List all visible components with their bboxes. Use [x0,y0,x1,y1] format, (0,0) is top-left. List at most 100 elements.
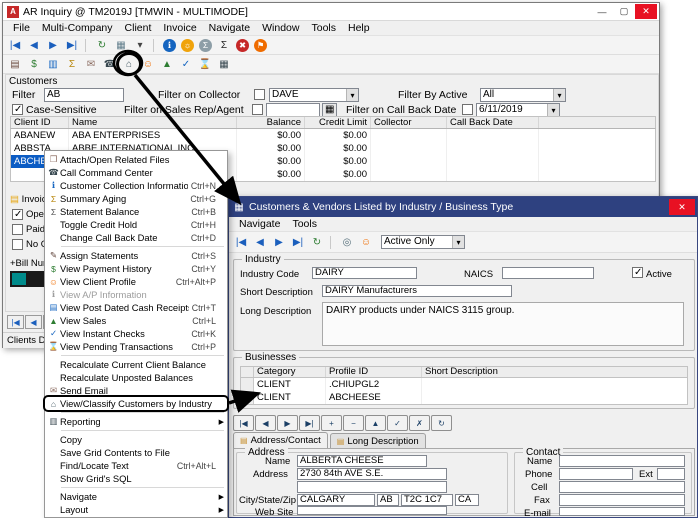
menu-file[interactable]: File [7,22,36,34]
context-menu-item-save-grid-contents-to-file[interactable]: Save Grid Contents to File [45,446,227,459]
collector-combo[interactable]: DAVE ▾ [269,88,359,102]
context-menu-item-reporting[interactable]: ▥Reporting▶ [45,415,227,428]
column-header-call-back-date[interactable]: Call Back Date [447,117,539,128]
refresh-icon[interactable]: ↻ [93,37,111,53]
customer-row[interactable]: ABANEWABA ENTERPRISES$0.00$0.00 [11,129,655,142]
minimize-button[interactable]: — [591,4,613,19]
menu-tools[interactable]: Tools [305,22,342,34]
bill-number-selected-cell[interactable] [12,273,26,285]
filter-collector-checkbox[interactable] [254,89,265,100]
context-menu-item-change-call-back-date[interactable]: Change Call Back DateCtrl+D [45,231,227,244]
column-header-client-id[interactable]: Client ID [11,117,69,128]
first-record-icon[interactable]: |◀ [7,315,24,329]
last-record-icon[interactable]: ▶| [63,37,81,53]
email-icon[interactable]: ✉ [82,56,100,72]
sigma-icon[interactable]: Σ [215,37,233,53]
lookup-icon[interactable]: ▦ [322,103,337,117]
first-record-icon[interactable]: |◀ [232,234,250,250]
menu-navigate[interactable]: Navigate [203,22,256,34]
contact-fax-field[interactable] [559,494,685,506]
context-menu-item-statement-balance[interactable]: ΣStatement BalanceCtrl+B [45,205,227,218]
column-header-short-description[interactable]: Short Description [422,367,687,377]
sales-icon[interactable]: ▲ [158,56,176,72]
menu-tools[interactable]: Tools [286,218,323,230]
menu-invoice[interactable]: Invoice [157,22,202,34]
first-record-icon[interactable]: |◀ [233,415,254,431]
column-header-credit-limit[interactable]: Credit Limit [305,117,371,128]
column-header-profile-id[interactable]: Profile ID [326,367,422,377]
context-menu-item-customer-collection-information[interactable]: ℹCustomer Collection InformationCtrl+N [45,179,227,192]
pending-icon[interactable]: ⌛ [196,56,214,72]
post-edit-icon[interactable]: ✓ [387,415,408,431]
column-header-name[interactable]: Name [69,117,237,128]
find-icon[interactable]: ◎ [338,234,356,250]
city-field[interactable]: CALGARY [297,494,375,506]
case-sensitive-checkbox[interactable] [12,104,23,115]
checks-icon[interactable]: ✓ [177,56,195,72]
industry-titlebar[interactable]: ▦ Customers & Vendors Listed by Industry… [229,197,697,217]
clock-icon[interactable]: ☼ [181,39,194,52]
context-menu-item-navigate[interactable]: Navigate▶ [45,490,227,503]
last-record-icon[interactable]: ▶| [289,234,307,250]
active-only-combo[interactable]: Active Only ▾ [381,235,465,249]
tab-address-contact[interactable]: ▤Address/Contact [233,432,328,448]
first-record-icon[interactable]: |◀ [6,37,24,53]
contact-email-field[interactable] [559,507,685,516]
open-invoices-checkbox[interactable] [12,209,23,220]
active-checkbox[interactable] [632,267,643,278]
context-menu-item-attach-open-related-files[interactable]: ❒Attach/Open Related Files [45,153,227,166]
reports-icon[interactable]: ▦ [215,56,233,72]
main-titlebar[interactable]: A AR Inquiry @ TM2019J [TMWIN - MULTIMOD… [3,3,659,21]
filter-input[interactable]: AB [44,88,124,102]
industry-code-field[interactable]: DAIRY [312,267,417,279]
country-field[interactable]: CA [455,494,479,506]
column-header-category[interactable]: Category [254,367,326,377]
filter-sales-rep-checkbox[interactable] [252,104,263,115]
context-menu-item-view-instant-checks[interactable]: ✓View Instant ChecksCtrl+K [45,327,227,340]
state-field[interactable]: AB [377,494,399,506]
context-menu-item-toggle-credit-hold[interactable]: Toggle Credit HoldCtrl+H [45,218,227,231]
address-line1-field[interactable]: 2730 84th AVE S.E. [297,468,447,480]
phone-icon[interactable]: ☎ [101,56,119,72]
context-menu-item-assign-statements[interactable]: ✎Assign StatementsCtrl+S [45,249,227,262]
menu-help[interactable]: Help [342,22,376,34]
prior-record-icon[interactable]: ◀ [255,415,276,431]
context-menu-item-send-email[interactable]: ✉Send Email [45,384,227,397]
context-menu-item-find-locate-text[interactable]: Find/Locate TextCtrl+Alt+L [45,459,227,472]
prior-record-icon[interactable]: ◀ [251,234,269,250]
context-menu-item-view-sales[interactable]: ▲View SalesCtrl+L [45,314,227,327]
next-record-icon[interactable]: ▶ [270,234,288,250]
long-description-memo[interactable]: DAIRY products under NAICS 3115 group. [322,302,684,346]
close-button[interactable]: ✕ [635,4,657,19]
chevron-down-icon[interactable]: ▾ [131,37,149,53]
no-online-checkbox[interactable] [12,239,23,250]
context-menu-item-copy[interactable]: Copy [45,433,227,446]
web-site-field[interactable] [297,506,447,515]
next-record-icon[interactable]: ▶ [44,37,62,53]
callback-date-combo[interactable]: 6/11/2019 ▾ [476,103,560,117]
short-description-field[interactable]: DAIRY Manufacturers [322,285,512,297]
classify-customers-icon[interactable]: ⌂ [120,56,138,72]
edit-record-icon[interactable]: ▲ [365,415,386,431]
context-menu-item-recalculate-unposted-balances[interactable]: Recalculate Unposted Balances [45,371,227,384]
context-menu-item-show-grid-s-sql[interactable]: Show Grid's SQL [45,472,227,485]
maximize-button[interactable]: ▢ [613,4,635,19]
prior-record-icon[interactable]: ◀ [25,315,42,329]
cancel-edit-icon[interactable]: ✗ [409,415,430,431]
next-record-icon[interactable]: ▶ [277,415,298,431]
insert-record-icon[interactable]: + [321,415,342,431]
address-name-field[interactable]: ALBERTA CHEESE [297,455,427,467]
active-combo[interactable]: All ▾ [480,88,566,102]
context-menu-item-view-client-profile[interactable]: ☺View Client ProfileCtrl+Alt+P [45,275,227,288]
menu-window[interactable]: Window [256,22,305,34]
refresh-icon[interactable]: ↻ [431,415,452,431]
address-line2-field[interactable] [297,481,447,493]
statement-icon[interactable]: ▥ [44,56,62,72]
last-record-icon[interactable]: ▶| [299,415,320,431]
zip-field[interactable]: T2C 1C7 [401,494,453,506]
contact-cell-field[interactable] [559,481,685,493]
tab-long-description[interactable]: ▤Long Description [330,433,426,448]
menu-client[interactable]: Client [119,22,158,34]
context-menu-item-recalculate-current-client-balance[interactable]: Recalculate Current Client Balance [45,358,227,371]
context-menu-item-view-payment-history[interactable]: $View Payment HistoryCtrl+Y [45,262,227,275]
